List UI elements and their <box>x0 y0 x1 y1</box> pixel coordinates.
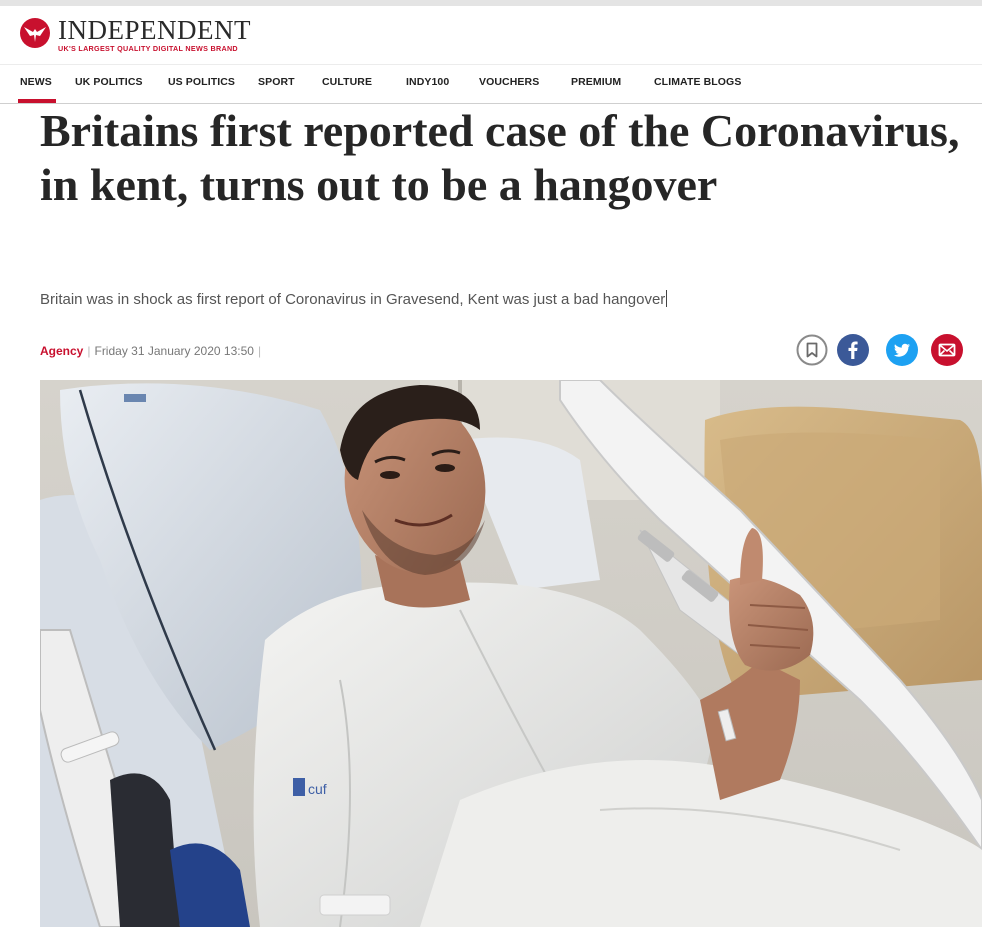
facebook-share-button[interactable] <box>837 334 869 366</box>
bookmark-icon <box>796 334 828 366</box>
nav-item-vouchers[interactable]: VOUCHERS <box>479 76 539 88</box>
hospital-patient-photo: cuf <box>40 380 982 927</box>
nav-item-us-politics[interactable]: US POLITICS <box>168 76 235 88</box>
brand-name: INDEPENDENT <box>58 15 251 45</box>
byline: Agency | Friday 31 January 2020 13:50 | <box>40 344 265 358</box>
article-headline: Britains first reported case of the Coro… <box>40 105 960 210</box>
nav-item-climate-blogs[interactable]: CLIMATE BLOGS <box>654 76 741 88</box>
eagle-icon <box>20 18 50 48</box>
main-nav: NEWS UK POLITICS US POLITICS SPORT CULTU… <box>0 64 982 104</box>
text-caret <box>666 290 668 307</box>
byline-date: Friday 31 January 2020 13:50 <box>94 344 254 358</box>
nav-item-uk-politics[interactable]: UK POLITICS <box>75 76 143 88</box>
brand-tagline: UK'S LARGEST QUALITY DIGITAL NEWS BRAND <box>58 44 238 53</box>
byline-author[interactable]: Agency <box>40 344 83 358</box>
nav-item-news[interactable]: NEWS <box>20 76 52 88</box>
email-share-button[interactable] <box>931 334 963 366</box>
bookmark-button[interactable] <box>796 334 828 366</box>
article-standfirst: Britain was in shock as first report of … <box>40 290 940 308</box>
twitter-icon <box>886 334 918 366</box>
article-hero-photo: cuf <box>40 380 982 927</box>
twitter-share-button[interactable] <box>886 334 918 366</box>
gown-logo-text: cuf <box>308 781 327 797</box>
nav-item-culture[interactable]: CULTURE <box>322 76 372 88</box>
standfirst-text: Britain was in shock as first report of … <box>40 291 666 308</box>
nav-item-sport[interactable]: SPORT <box>258 76 295 88</box>
nav-item-premium[interactable]: PREMIUM <box>571 76 621 88</box>
nav-active-indicator <box>18 99 56 103</box>
facebook-icon <box>837 334 869 366</box>
nav-item-indy100[interactable]: INDY100 <box>406 76 449 88</box>
window-edge <box>0 0 982 6</box>
byline-separator-end: | <box>257 344 262 358</box>
byline-separator: | <box>87 344 91 358</box>
email-icon <box>931 334 963 366</box>
masthead[interactable]: INDEPENDENT UK'S LARGEST QUALITY DIGITAL… <box>20 14 420 56</box>
